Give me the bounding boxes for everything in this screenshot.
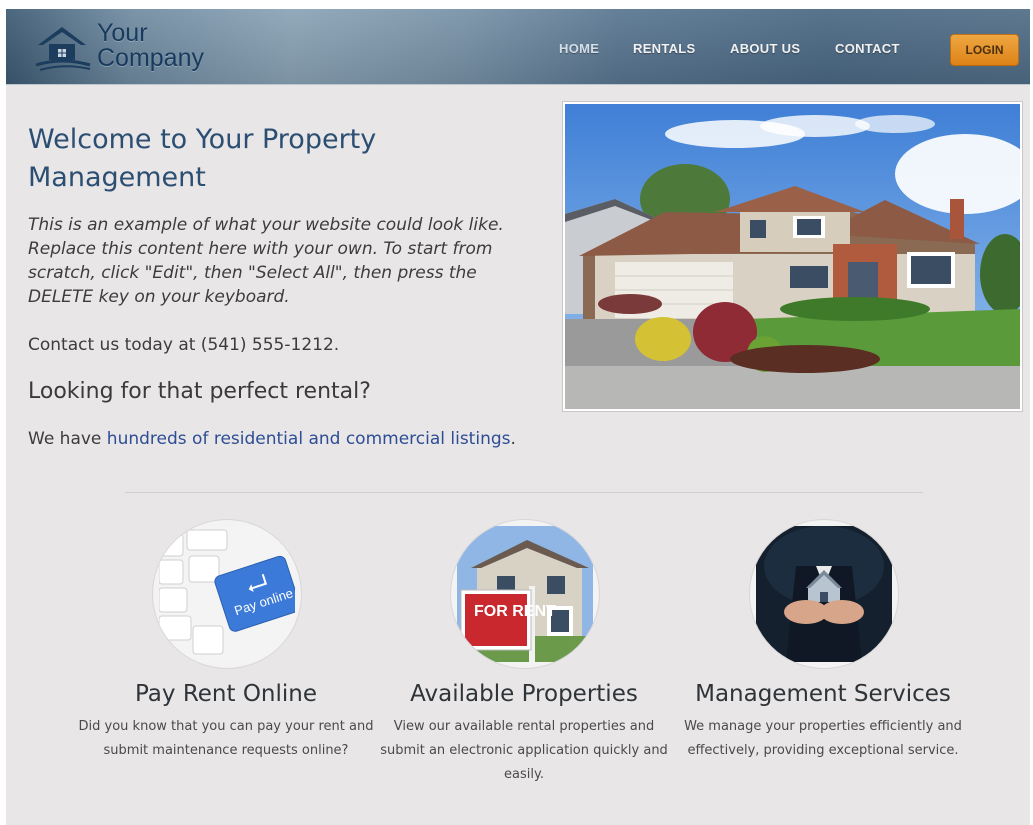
feature-desc-pay-rent: Did you know that you can pay your rent … <box>78 719 374 758</box>
section-divider <box>125 492 923 493</box>
feature-title-management-services: Management Services <box>695 681 951 707</box>
nav-about-us[interactable]: ABOUT US <box>730 41 800 56</box>
login-button[interactable]: LOGIN <box>950 34 1019 66</box>
house-logo-icon <box>35 27 91 71</box>
for-rent-sign-icon[interactable]: FOR RENT <box>450 519 600 669</box>
rental-subheading: Looking for that perfect rental? <box>28 379 371 404</box>
feature-desc-management-services: We manage your properties efficiently an… <box>684 719 962 758</box>
site-header: Your Company HOME RENTALS ABOUT US CONTA… <box>6 9 1030 85</box>
hero-house-photo <box>563 102 1022 411</box>
logo-line-1: Your <box>97 19 148 47</box>
listing-text: We have hundreds of residential and comm… <box>28 427 538 451</box>
contact-text: Contact us today at (541) 555-1212. <box>28 335 340 355</box>
listing-suffix: . <box>510 429 516 449</box>
nav-contact[interactable]: CONTACT <box>835 41 900 56</box>
feature-title-pay-rent: Pay Rent Online <box>134 681 318 707</box>
listings-link[interactable]: hundreds of residential and commercial l… <box>107 429 511 449</box>
company-logo[interactable]: Your Company <box>34 21 224 77</box>
nav-home[interactable]: HOME <box>559 41 599 56</box>
page-frame: Your Company HOME RENTALS ABOUT US CONTA… <box>6 9 1030 825</box>
feature-desc-available-properties: View our available rental properties and… <box>380 719 668 782</box>
house-illustration <box>565 104 1020 409</box>
pay-online-keyboard-icon[interactable]: Pay online <box>152 519 302 669</box>
company-name: Your Company <box>97 21 204 71</box>
intro-text: This is an example of what your website … <box>28 215 504 307</box>
nav-rentals[interactable]: RENTALS <box>633 41 696 56</box>
hands-house-icon[interactable] <box>749 519 899 669</box>
for-rent-illustration: FOR RENT <box>457 526 593 662</box>
for-rent-sign-text: FOR RENT <box>474 603 556 620</box>
feature-title-available-properties: Available Properties <box>410 681 638 707</box>
hands-house-illustration <box>756 526 892 662</box>
page-title: Welcome to Your Property Management <box>28 124 377 193</box>
listing-prefix: We have <box>28 429 107 449</box>
logo-line-2: Company <box>97 44 204 72</box>
keyboard-illustration: Pay online <box>159 526 295 662</box>
